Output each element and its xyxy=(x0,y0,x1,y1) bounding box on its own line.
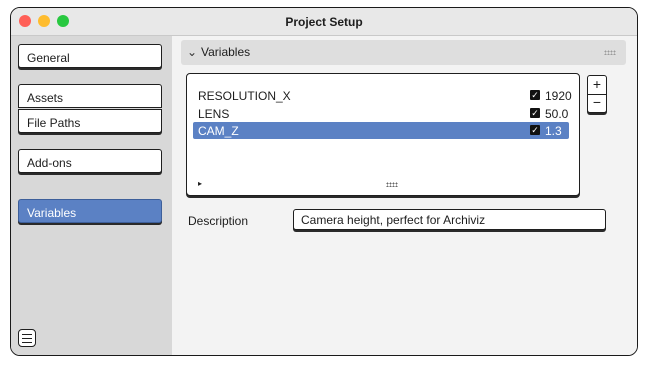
add-remove-control: + − xyxy=(587,75,607,113)
project-setup-window: Project Setup General Assets File Paths … xyxy=(10,7,638,356)
variable-enabled-checkbox[interactable]: ✓ xyxy=(530,125,540,135)
variables-list: RESOLUTION_X ✓ 1920 LENS ✓ 50.0 CAM_Z ✓ … xyxy=(186,73,580,196)
variable-value[interactable]: 1.3 xyxy=(545,124,562,138)
sidebar-item-file-paths[interactable]: File Paths xyxy=(18,109,162,133)
variable-value[interactable]: 50.0 xyxy=(545,107,568,121)
title-bar: Project Setup xyxy=(11,8,637,36)
variable-name: CAM_Z xyxy=(198,124,239,138)
sidebar-item-add-ons[interactable]: Add-ons xyxy=(18,149,162,173)
variable-name: LENS xyxy=(198,107,230,121)
sidebar: General Assets File Paths Add-ons Variab… xyxy=(11,36,172,355)
sidebar-item-general[interactable]: General xyxy=(18,44,162,68)
chevron-down-icon[interactable]: ⌄ xyxy=(187,45,197,59)
variable-enabled-checkbox[interactable]: ✓ xyxy=(530,90,540,100)
variable-row-lens[interactable]: LENS ✓ 50.0 xyxy=(193,105,569,122)
main-content: ⌄ Variables RESOLUTION_X ✓ 1920 LENS ✓ 5… xyxy=(172,36,637,355)
drag-handle-icon[interactable] xyxy=(604,50,616,55)
variable-name: RESOLUTION_X xyxy=(198,89,291,103)
hamburger-icon[interactable] xyxy=(18,329,36,347)
variable-enabled-checkbox[interactable]: ✓ xyxy=(530,108,540,118)
remove-variable-button[interactable]: − xyxy=(588,94,606,112)
variable-row-cam-z[interactable]: CAM_Z ✓ 1.3 xyxy=(193,122,569,139)
variable-value[interactable]: 1920 xyxy=(545,89,572,103)
description-label: Description xyxy=(188,214,249,228)
play-icon[interactable]: ▸ xyxy=(198,179,202,188)
description-field[interactable] xyxy=(293,209,606,230)
window-title: Project Setup xyxy=(285,15,363,29)
panel-title: Variables xyxy=(201,45,251,59)
sidebar-item-variables[interactable]: Variables xyxy=(18,199,162,223)
sidebar-item-assets[interactable]: Assets xyxy=(18,84,162,108)
resize-handle-icon[interactable] xyxy=(386,182,398,187)
variables-panel-header[interactable]: ⌄ Variables xyxy=(181,40,626,65)
variable-row-resolution-x[interactable]: RESOLUTION_X ✓ 1920 xyxy=(193,87,572,104)
add-variable-button[interactable]: + xyxy=(588,76,606,95)
